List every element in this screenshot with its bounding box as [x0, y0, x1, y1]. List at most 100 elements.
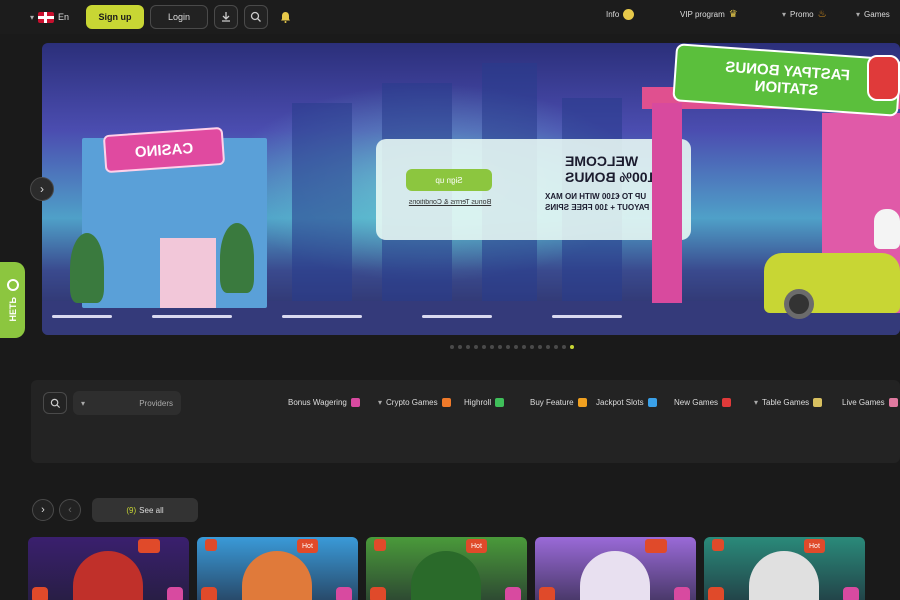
hot-badge: Hot — [466, 539, 487, 553]
nav-info[interactable]: Info — [606, 9, 664, 20]
gift-icon — [843, 587, 859, 600]
chevron-down-icon: ▾ — [378, 398, 383, 407]
nav-games[interactable]: ▾ Games — [856, 10, 900, 19]
promo-title: WELCOME 100% BONUS — [565, 153, 656, 185]
games-prev-button[interactable]: ‹ — [59, 499, 81, 521]
carousel-dot[interactable] — [466, 345, 470, 349]
provider-badge-icon — [138, 539, 160, 553]
category-tab[interactable]: Jackpot Slots — [596, 398, 666, 407]
chevron-down-icon: ▾ — [81, 398, 86, 408]
category-tab[interactable]: New Games — [674, 398, 746, 407]
carousel-dot[interactable] — [450, 345, 454, 349]
tree-right — [220, 223, 254, 293]
hero-prev-button[interactable]: › — [30, 177, 54, 201]
game-tile-3[interactable]: Hot — [366, 537, 527, 600]
promo-signup-button[interactable]: Sign up — [406, 169, 492, 191]
see-all-button[interactable]: (9) See all — [92, 498, 198, 522]
category-tab[interactable]: ▾ Table Games — [754, 398, 834, 407]
category-tab[interactable]: ▾ Crypto Games — [378, 398, 456, 407]
provider-badge-icon — [712, 539, 724, 551]
category-search-button[interactable] — [43, 392, 67, 414]
road-line — [152, 315, 232, 318]
favorite-icon[interactable] — [370, 587, 386, 600]
game-character-art — [242, 551, 312, 600]
carousel-dot[interactable] — [490, 345, 494, 349]
game-character-art — [580, 551, 650, 600]
carousel-dot[interactable] — [458, 345, 462, 349]
top-navigation-bar: ▾ En Sign up Login Info VIP program ♛ ▾ … — [0, 0, 900, 34]
category-tab-label: Live Games — [842, 398, 885, 407]
chevron-down-icon: ▾ — [782, 10, 787, 19]
casino-door — [160, 238, 216, 308]
language-selector[interactable]: ▾ En — [30, 11, 80, 23]
uk-flag-icon — [38, 11, 55, 23]
carousel-dot[interactable] — [538, 345, 542, 349]
signup-button[interactable]: Sign up — [86, 5, 144, 29]
road-line — [52, 315, 112, 318]
station-sign-line2: STATION — [754, 77, 819, 100]
road-line — [422, 315, 492, 318]
carousel-dot[interactable] — [506, 345, 510, 349]
provider-badge-icon — [205, 539, 217, 551]
nav-vip-program[interactable]: VIP program ♛ — [680, 9, 768, 20]
carousel-dot[interactable] — [562, 345, 566, 349]
yellow-car — [764, 253, 900, 319]
category-icon — [577, 398, 587, 407]
carousel-dot[interactable] — [498, 345, 502, 349]
category-tab[interactable]: Highroll — [464, 398, 522, 407]
info-icon — [623, 9, 635, 20]
hero-banner[interactable]: CASINO WELCOME 100% BONUS UP TO €100 WIT… — [42, 43, 900, 335]
search-button[interactable] — [244, 5, 268, 29]
nav-info-label: Info — [606, 10, 620, 19]
game-character-art — [411, 551, 481, 600]
login-button[interactable]: Login — [150, 5, 208, 29]
category-tab-label: Bonus Wagering — [288, 398, 347, 407]
hot-badge: Hot — [804, 539, 825, 553]
gift-icon — [505, 587, 521, 600]
headset-icon — [6, 278, 19, 291]
game-tile-2[interactable]: Hot — [197, 537, 358, 600]
chevron-down-icon: ▾ — [30, 12, 35, 22]
topbar-right-nav: Info VIP program ♛ ▾ Promo ♨ ▾ Games — [606, 9, 900, 20]
carousel-dot[interactable] — [570, 345, 574, 349]
promo-terms-link[interactable]: Bonus Terms & Conditions — [400, 199, 500, 206]
category-tab[interactable]: Buy Feature — [530, 398, 588, 407]
support-side-tab[interactable]: НЕТЬ — [0, 262, 25, 338]
category-icon — [647, 398, 657, 407]
game-tile-5[interactable]: Hot — [704, 537, 865, 600]
provider-badge-icon — [645, 539, 667, 553]
download-button[interactable] — [214, 5, 238, 29]
promo-subtitle: UP TO €100 WITH NO MAX PAYOUT + 100 FREE… — [545, 192, 650, 212]
game-tile-4[interactable] — [535, 537, 696, 600]
favorite-icon[interactable] — [539, 587, 555, 600]
providers-label: Providers — [139, 398, 173, 408]
carousel-dot[interactable] — [554, 345, 558, 349]
carousel-dot[interactable] — [530, 345, 534, 349]
background-building — [292, 103, 352, 303]
notifications-bell-icon[interactable] — [274, 6, 296, 28]
category-tabs: Bonus Wagering ▾ Crypto Games Highroll Buy F… — [280, 398, 900, 407]
carousel-dot[interactable] — [474, 345, 478, 349]
carousel-dot[interactable] — [482, 345, 486, 349]
favorite-icon[interactable] — [708, 587, 724, 600]
game-tile-1[interactable] — [28, 537, 189, 600]
search-icon — [250, 11, 261, 22]
carousel-dot[interactable] — [546, 345, 550, 349]
category-bar: ▾ Providers Bonus Wagering ▾ Crypto Games H… — [31, 380, 900, 463]
car-wheel — [784, 289, 814, 319]
favorite-icon[interactable] — [32, 587, 48, 600]
carousel-dot[interactable] — [522, 345, 526, 349]
favorite-icon[interactable] — [201, 587, 217, 600]
category-tab[interactable]: Bonus Wagering — [288, 398, 370, 407]
download-icon — [222, 12, 230, 22]
games-next-button[interactable]: › — [32, 499, 54, 521]
chevron-left-icon: ‹ — [68, 504, 72, 516]
chevron-down-icon: ▾ — [856, 10, 861, 19]
category-tab[interactable]: Live Games — [842, 398, 900, 407]
nav-promo-label: Promo — [790, 10, 814, 19]
road-line — [552, 315, 622, 318]
nav-promo[interactable]: ▾ Promo ♨ — [782, 9, 838, 20]
category-icon — [722, 398, 732, 407]
carousel-dot[interactable] — [514, 345, 518, 349]
providers-dropdown[interactable]: ▾ Providers — [73, 391, 181, 415]
